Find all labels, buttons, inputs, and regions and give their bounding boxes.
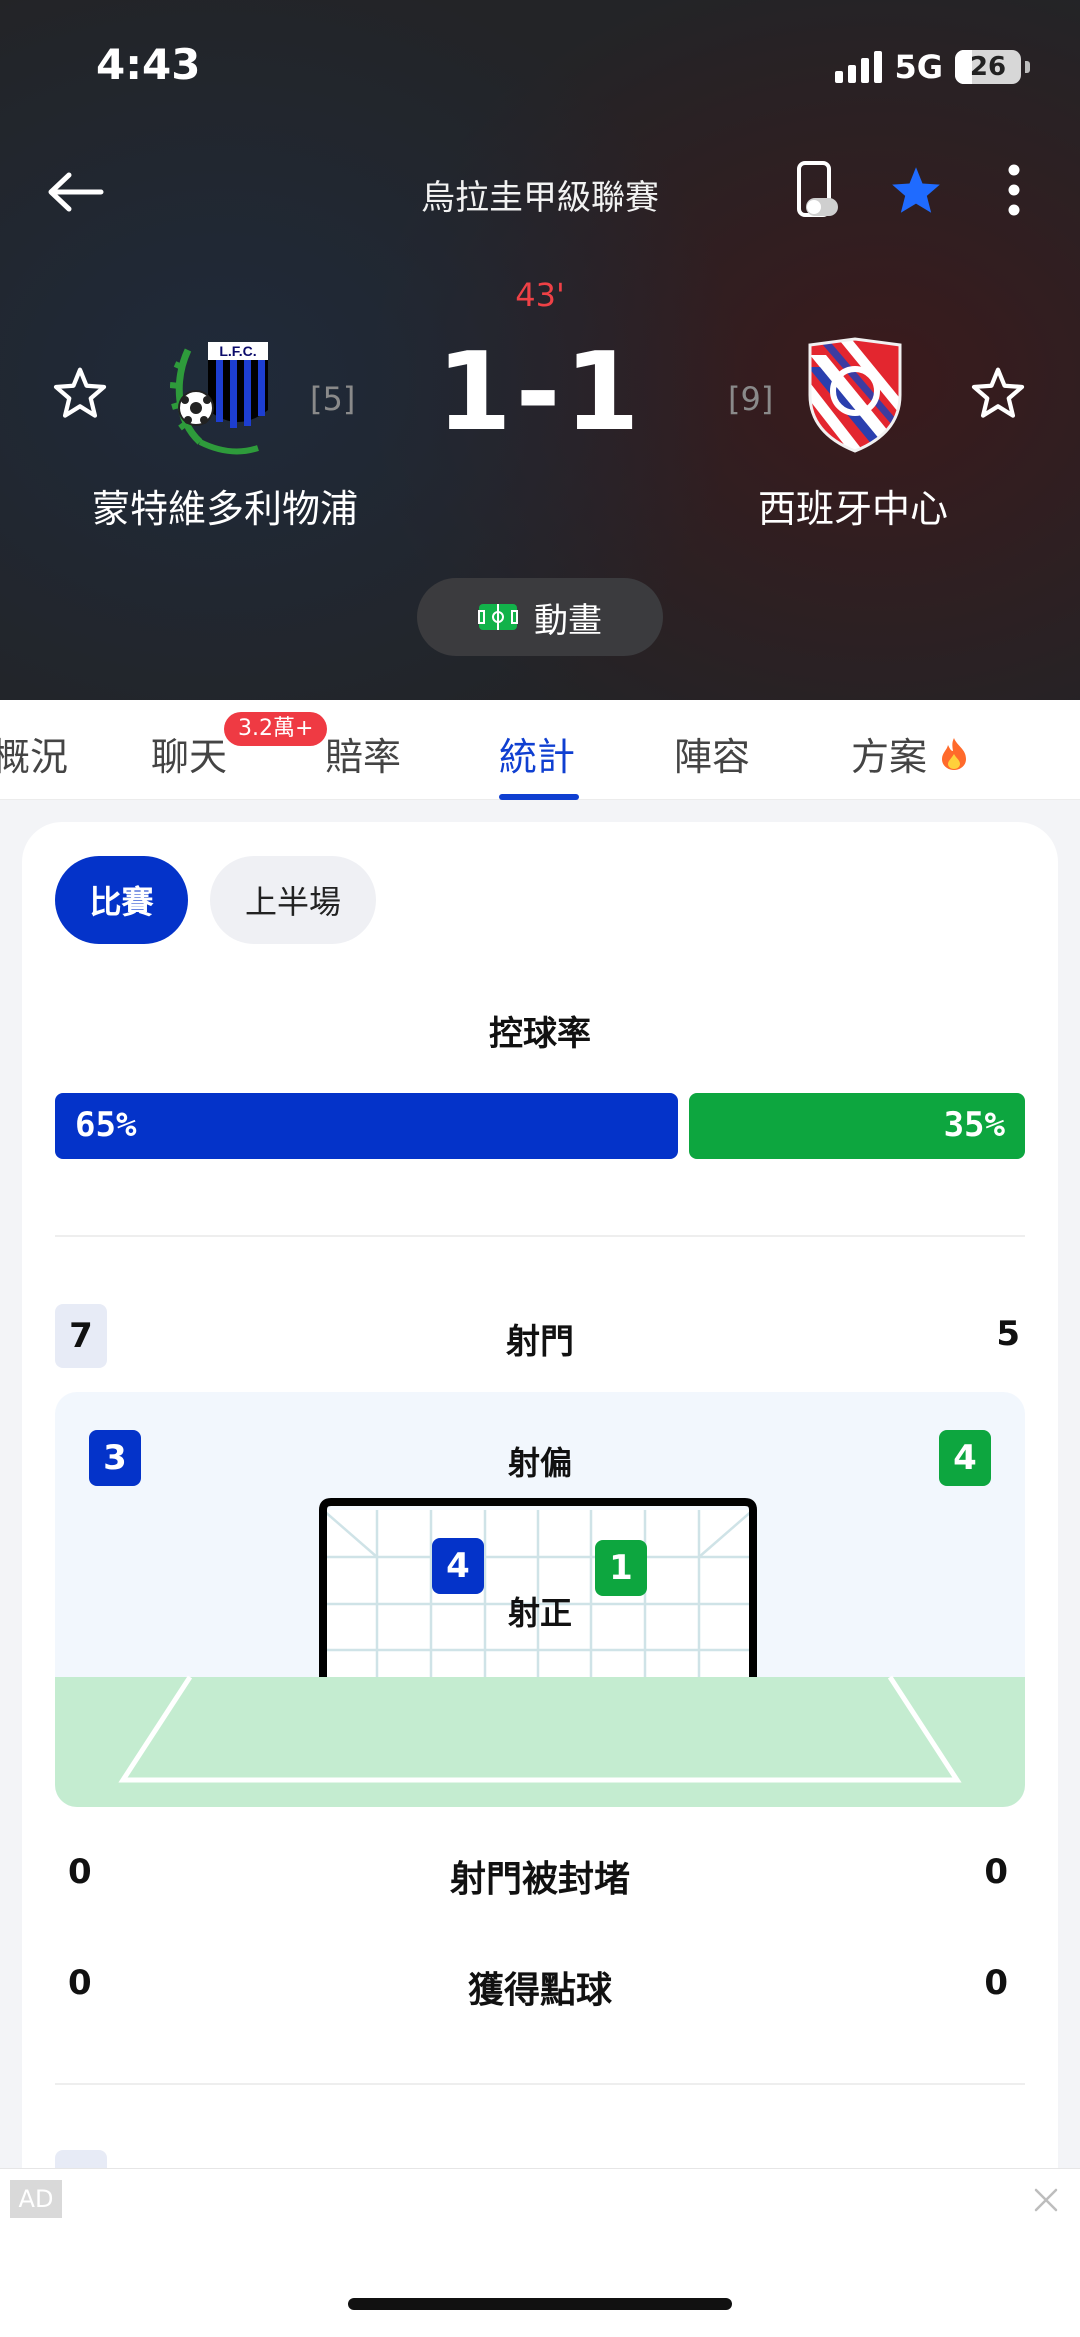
animation-button[interactable]: 動畫 xyxy=(417,578,663,656)
tab-odds[interactable]: 賠率 xyxy=(325,726,401,781)
tab-plans-label: 方案 xyxy=(851,735,928,779)
more-vert-icon[interactable] xyxy=(984,160,1044,220)
animation-label: 動畫 xyxy=(534,600,602,641)
phone-toggle-icon[interactable] xyxy=(788,160,848,220)
penalties-title: 獲得點球 xyxy=(467,1970,612,2011)
away-rank: [9] xyxy=(728,380,774,418)
on-target-title: 射正 xyxy=(507,1594,572,1632)
tab-bar: 概況 聊天 賠率 統計 陣容 方案 xyxy=(0,700,1080,800)
home-logo-text: L.F.C. xyxy=(219,343,256,359)
period-tab-match[interactable]: 比賽 xyxy=(55,856,188,944)
possession-away-value: 35% xyxy=(943,1105,1005,1145)
possession-bar-away: 35% xyxy=(689,1093,1025,1159)
signal-icon xyxy=(835,51,883,83)
blocked-away-value: 0 xyxy=(984,1852,1008,1892)
possession-bar-home: 65% xyxy=(55,1093,678,1159)
tab-plans[interactable]: 方案 xyxy=(851,726,969,781)
off-target-away-value: 4 xyxy=(939,1430,991,1486)
tab-chat[interactable]: 聊天 xyxy=(151,726,227,781)
match-minute: 43' xyxy=(515,276,565,314)
shots-field-graphic: 3 射偏 4 4 1 射正 xyxy=(55,1392,1025,1807)
status-time: 4:43 xyxy=(96,40,201,89)
tab-overview[interactable]: 概況 xyxy=(0,726,68,781)
possession-home-value: 65% xyxy=(75,1105,137,1145)
home-indicator[interactable] xyxy=(348,2298,732,2310)
shots-title: 射門 xyxy=(506,1322,574,1362)
penalties-away-value: 0 xyxy=(984,1963,1008,2003)
favorite-star-icon[interactable] xyxy=(886,160,946,220)
period-tab-first-half[interactable]: 上半場 xyxy=(210,856,376,944)
ad-banner[interactable] xyxy=(0,2168,1080,2337)
pitch-icon xyxy=(478,604,518,630)
fire-icon xyxy=(942,738,967,770)
away-team-name[interactable]: 西班牙中心 xyxy=(758,478,948,533)
divider xyxy=(55,2083,1025,2085)
possession-title: 控球率 xyxy=(489,1014,591,1054)
ad-tag: AD xyxy=(10,2180,62,2218)
tab-lineup[interactable]: 陣容 xyxy=(674,726,750,781)
status-indicators: 5G 26 xyxy=(835,48,1030,86)
home-rank: [5] xyxy=(310,380,356,418)
battery-icon: 26 xyxy=(955,50,1021,84)
match-header: 4:43 5G 26 烏拉圭甲級聯賽 43' 1-1 L.F.C. [5] 蒙特… xyxy=(0,0,1080,700)
away-favorite-star-icon[interactable] xyxy=(970,366,1026,424)
network-label: 5G xyxy=(894,48,943,86)
home-favorite-star-icon[interactable] xyxy=(52,366,108,424)
chat-count-badge: 3.2萬+ xyxy=(224,712,328,746)
blocked-title: 射門被封堵 xyxy=(449,1859,630,1900)
close-icon[interactable] xyxy=(1024,2178,1068,2222)
tab-stats[interactable]: 統計 xyxy=(499,726,575,781)
home-team-name[interactable]: 蒙特維多利物浦 xyxy=(92,478,358,533)
on-target-home-value: 4 xyxy=(432,1538,484,1594)
off-target-title: 射偏 xyxy=(507,1444,572,1482)
home-team-logo: L.F.C. xyxy=(169,330,280,460)
shots-away-value: 5 xyxy=(996,1314,1020,1354)
match-score: 1-1 xyxy=(436,330,644,455)
divider xyxy=(55,1235,1025,1237)
away-team-logo xyxy=(800,335,910,455)
battery-level: 26 xyxy=(969,52,1007,82)
